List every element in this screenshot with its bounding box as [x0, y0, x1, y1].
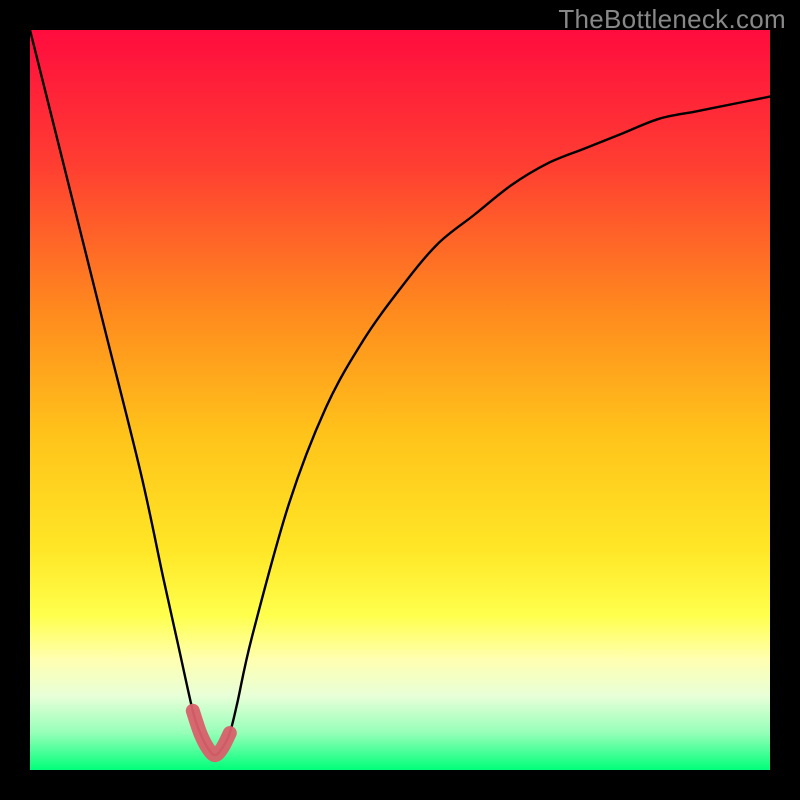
bottleneck-curve [30, 30, 770, 755]
watermark-text: TheBottleneck.com [558, 4, 786, 35]
optimal-marker [193, 711, 230, 755]
chart-svg [30, 30, 770, 770]
